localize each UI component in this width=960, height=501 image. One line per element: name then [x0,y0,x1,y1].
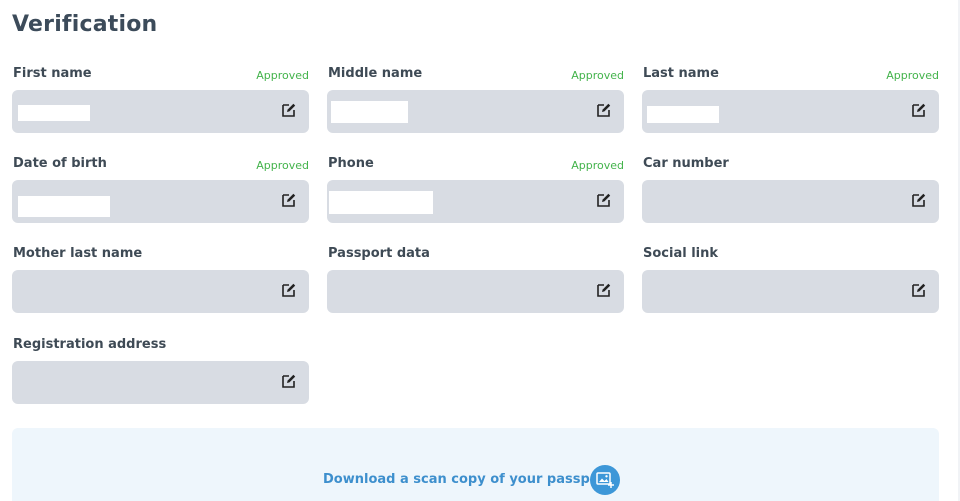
edit-icon[interactable] [596,192,612,208]
edit-icon[interactable] [281,373,297,389]
field-value-redacted [331,101,408,123]
field-label: Passport data [328,246,430,261]
status-badge: Approved [256,69,309,82]
field-label: Car number [643,156,729,171]
field-value-redacted [18,196,110,217]
edit-icon[interactable] [911,192,927,208]
field-value-redacted [18,105,90,121]
edit-icon[interactable] [596,102,612,118]
passport-data-input[interactable] [327,270,624,313]
field-label: Social link [643,246,719,261]
edit-icon[interactable] [281,102,297,118]
edit-icon[interactable] [596,282,612,298]
field-label: Mother last name [13,246,143,261]
field-label: Middle name [328,66,423,81]
field-label: Date of birth [13,156,107,171]
image-upload-icon[interactable] [590,465,620,495]
car-number-input[interactable] [642,180,939,223]
edit-icon[interactable] [911,282,927,298]
edit-icon[interactable] [281,282,297,298]
field-label: First name [13,66,92,81]
page-title: Verification [12,12,158,37]
date-of-birth-input[interactable] [12,180,309,223]
first-name-input[interactable] [12,90,309,133]
passport-upload-panel[interactable]: Download a scan copy of your passport [12,428,939,501]
download-passport-scan-link[interactable]: Download a scan copy of your passport [323,472,611,487]
status-badge: Approved [886,69,939,82]
edit-icon[interactable] [281,192,297,208]
field-label: Registration address [13,337,167,352]
field-value-redacted [329,191,433,214]
middle-name-input[interactable] [327,90,624,133]
verification-page: Verification First name Approved Middle … [0,0,960,501]
field-value-redacted [647,106,719,123]
mother-last-name-input[interactable] [12,270,309,313]
registration-address-input[interactable] [12,361,309,404]
status-badge: Approved [571,159,624,172]
edit-icon[interactable] [911,102,927,118]
social-link-input[interactable] [642,270,939,313]
status-badge: Approved [256,159,309,172]
field-label: Last name [643,66,719,81]
last-name-input[interactable] [642,90,939,133]
phone-input[interactable] [327,180,624,223]
status-badge: Approved [571,69,624,82]
field-label: Phone [328,156,374,171]
